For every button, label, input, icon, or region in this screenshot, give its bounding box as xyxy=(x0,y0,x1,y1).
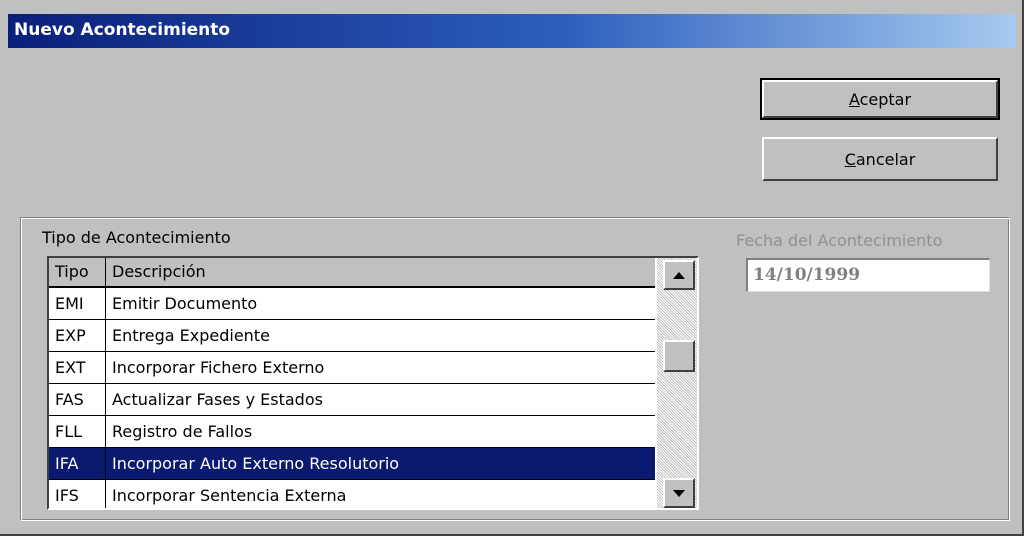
list-item-tipo: EMI xyxy=(55,294,84,313)
event-type-list-content: Tipo Descripción EMI Emitir Documento EXP E… xyxy=(49,258,655,508)
column-header-descripcion[interactable]: Descripción xyxy=(106,258,655,286)
event-type-list[interactable]: Tipo Descripción EMI Emitir Documento EXP E… xyxy=(47,256,699,510)
list-item-descripcion: Incorporar Fichero Externo xyxy=(112,358,325,377)
list-item-descripcion: Incorporar Auto Externo Resolutorio xyxy=(112,454,400,473)
list-item-descripcion: Emitir Documento xyxy=(112,294,258,313)
accept-button-label: Aceptar xyxy=(848,89,912,109)
cancel-button[interactable]: Cancelar xyxy=(762,137,998,181)
window-title: Nuevo Acontecimiento xyxy=(14,20,231,40)
list-item-tipo: IFA xyxy=(55,454,79,473)
list-item-tipo: EXP xyxy=(55,326,86,345)
list-item-tipo: IFS xyxy=(55,486,79,505)
event-date-label: Fecha del Acontecimiento xyxy=(736,231,943,250)
vertical-scrollbar[interactable] xyxy=(657,258,697,508)
list-item-tipo: EXT xyxy=(55,358,86,377)
accept-button[interactable]: Aceptar xyxy=(760,78,1000,120)
scroll-thumb[interactable] xyxy=(663,340,695,372)
list-item[interactable]: FLL Registro de Fallos xyxy=(49,416,655,448)
cancel-button-label: Cancelar xyxy=(844,149,916,169)
event-date-field[interactable]: 14/10/1999 xyxy=(746,258,990,292)
list-item-tipo: FAS xyxy=(55,390,84,409)
scroll-down-button[interactable] xyxy=(663,478,695,508)
list-item-descripcion: Actualizar Fases y Estados xyxy=(112,390,323,409)
list-item[interactable]: FAS Actualizar Fases y Estados xyxy=(49,384,655,416)
event-type-group-label: Tipo de Acontecimiento xyxy=(42,228,231,247)
dialog-window: Nuevo Acontecimiento Aceptar Cancelar Ti… xyxy=(0,0,1024,536)
list-item-tipo: FLL xyxy=(55,422,83,441)
list-item[interactable]: EXP Entrega Expediente xyxy=(49,320,655,352)
scroll-up-arrow-icon xyxy=(673,271,685,279)
list-header: Tipo Descripción xyxy=(49,258,655,288)
scroll-up-button[interactable] xyxy=(663,260,695,290)
title-bar[interactable]: Nuevo Acontecimiento xyxy=(8,14,1016,48)
list-item[interactable]: EXT Incorporar Fichero Externo xyxy=(49,352,655,384)
list-item-descripcion: Entrega Expediente xyxy=(112,326,270,345)
scroll-down-arrow-icon xyxy=(673,489,685,497)
list-item[interactable]: IFS Incorporar Sentencia Externa xyxy=(49,480,655,508)
column-divider xyxy=(105,258,106,508)
column-header-tipo[interactable]: Tipo xyxy=(49,258,105,286)
list-item[interactable]: IFA Incorporar Auto Externo Resolutorio xyxy=(49,448,655,480)
list-item[interactable]: EMI Emitir Documento xyxy=(49,288,655,320)
list-item-descripcion: Registro de Fallos xyxy=(112,422,253,441)
list-item-descripcion: Incorporar Sentencia Externa xyxy=(112,486,347,505)
